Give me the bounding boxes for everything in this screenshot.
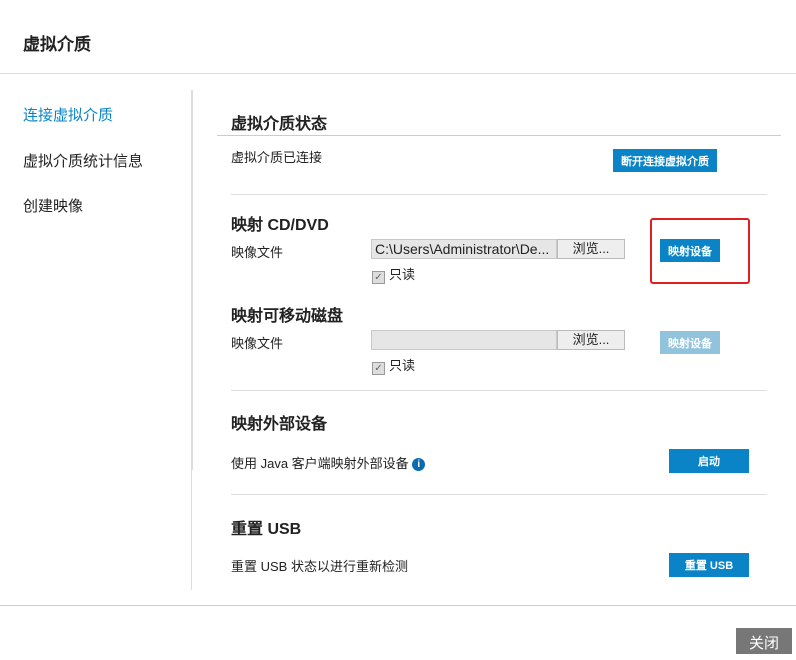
divider [0,605,796,606]
cd-readonly-checkbox[interactable]: ✓ 只读 [372,264,415,284]
usb-heading: 重置 USB [231,521,302,538]
divider [231,390,767,391]
divider [231,194,767,195]
external-heading: 映射外部设备 [231,416,328,433]
check-icon: ✓ [372,271,385,284]
sidebar-item-stats[interactable]: 虚拟介质统计信息 [23,150,143,171]
removable-readonly-label: 只读 [389,358,416,373]
removable-image-input[interactable] [371,330,557,350]
info-icon[interactable]: i [412,458,426,471]
divider [0,73,796,74]
launch-button[interactable]: 启动 [669,449,749,473]
cd-heading: 映射 CD/DVD [231,217,329,234]
sidebar-item-connect[interactable]: 连接虚拟介质 [23,104,113,125]
cd-browse-button[interactable]: 浏览... [557,239,625,259]
sidebar-divider [191,90,193,470]
dialog-title: 虚拟介质 [23,35,91,54]
check-icon: ✓ [372,362,385,375]
usb-text: 重置 USB 状态以进行重新检测 [231,559,408,574]
removable-browse-button[interactable]: 浏览... [557,330,625,350]
disconnect-button[interactable]: 断开连接虚拟介质 [613,149,717,172]
close-button[interactable]: 关闭 [736,628,792,654]
removable-heading: 映射可移动磁盘 [231,308,344,325]
external-text-row: 使用 Java 客户端映射外部设备 i [231,453,426,472]
reset-usb-button[interactable]: 重置 USB [669,553,749,577]
removable-image-label: 映像文件 [231,336,284,351]
status-heading: 虚拟介质状态 [231,116,328,133]
highlight-box [650,218,750,284]
cd-image-input[interactable]: C:\Users\Administrator\De... [371,239,557,259]
sidebar-item-create-image[interactable]: 创建映像 [23,195,83,216]
removable-readonly-checkbox[interactable]: ✓ 只读 [372,355,415,375]
cd-readonly-label: 只读 [389,267,416,282]
sidebar-divider [191,470,192,590]
cd-image-label: 映像文件 [231,245,284,260]
status-text: 虚拟介质已连接 [231,150,323,165]
divider [231,494,767,495]
removable-map-device-button[interactable]: 映射设备 [660,331,720,354]
divider [217,135,781,136]
external-text: 使用 Java 客户端映射外部设备 [231,456,409,471]
